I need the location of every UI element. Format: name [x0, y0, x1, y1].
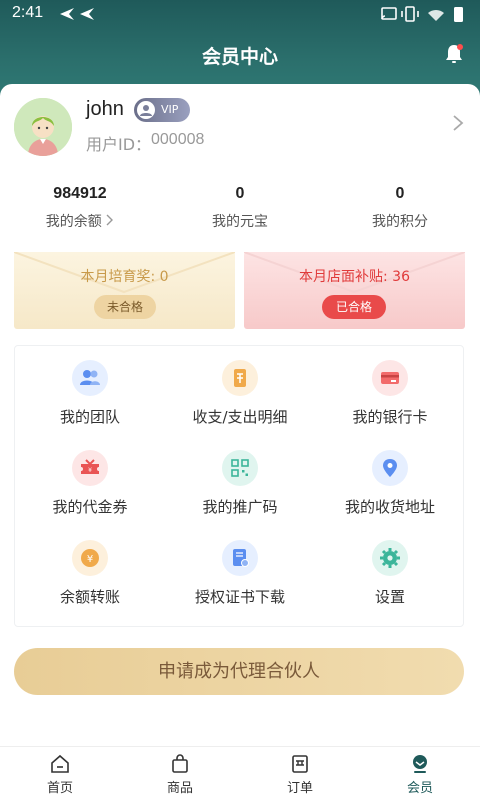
grid-item-ledger[interactable]: 收支/支出明细 — [165, 346, 315, 436]
points-value: 0 — [395, 185, 405, 202]
chevron-right-icon — [106, 214, 114, 226]
store-subsidy-box: 本月店面补贴: 36 已合格 — [244, 252, 465, 329]
certificate-icon — [222, 540, 258, 576]
store-subsidy-status: 已合格 — [322, 295, 386, 319]
grid-item-settings[interactable]: 设置 — [315, 526, 465, 616]
tab-products[interactable]: 商品 — [120, 747, 240, 800]
stat-points[interactable]: 0 我的积分 — [320, 185, 480, 231]
store-subsidy-text: 本月店面补贴: 36 — [299, 269, 410, 285]
tab-label: 会员 — [406, 781, 433, 796]
tab-label: 商品 — [166, 781, 193, 796]
svg-text:¥: ¥ — [88, 467, 92, 474]
balance-label-text: 我的余额 — [45, 214, 102, 230]
yuanbao-label: 我的元宝 — [212, 214, 268, 230]
grid-item-certificate[interactable]: 授权证书下载 — [165, 526, 315, 616]
notification-icons — [58, 6, 98, 25]
status-bar: 2:41 — [0, 0, 480, 28]
user-id-value: 000008 — [151, 131, 205, 148]
grid-label: 授权证书下载 — [194, 588, 285, 606]
stat-yuanbao[interactable]: 0 我的元宝 — [160, 185, 320, 231]
bag-icon — [169, 753, 191, 775]
grid-item-qr-code[interactable]: 我的推广码 — [165, 436, 315, 526]
tab-bar: 首页 商品 订单 会员 — [0, 746, 480, 800]
bank-card-icon — [372, 360, 408, 396]
tab-label: 首页 — [46, 781, 73, 796]
balance-value: 984912 — [53, 185, 107, 202]
username: john — [86, 98, 124, 120]
svg-text:¥: ¥ — [87, 554, 93, 565]
voucher-icon: ¥ — [72, 450, 108, 486]
grid-label: 我的团队 — [59, 408, 120, 426]
grid-item-bank-card[interactable]: 我的银行卡 — [315, 346, 465, 436]
vip-label: VIP — [161, 103, 179, 116]
training-bonus-box: 本月培育奖: 0 未合格 — [14, 252, 235, 329]
tab-home[interactable]: 首页 — [0, 747, 120, 800]
grid-item-team[interactable]: 我的团队 — [15, 346, 165, 436]
member-icon — [409, 753, 431, 775]
vip-badge: VIP — [134, 98, 190, 122]
chevron-right-icon[interactable] — [452, 114, 464, 132]
system-icons — [380, 5, 470, 27]
tab-label: 订单 — [286, 781, 313, 796]
grid-item-voucher[interactable]: ¥ 我的代金券 — [15, 436, 165, 526]
vip-user-icon — [137, 101, 155, 119]
grid-label: 我的推广码 — [202, 498, 278, 516]
grid-item-address[interactable]: 我的收货地址 — [315, 436, 465, 526]
status-time: 2:41 — [12, 4, 44, 21]
grid-label: 设置 — [374, 588, 405, 606]
grid-label: 我的银行卡 — [352, 408, 428, 426]
grid-label: 收支/支出明细 — [192, 408, 288, 426]
points-label: 我的积分 — [372, 214, 428, 230]
grid-item-transfer[interactable]: ¥ 余额转账 — [15, 526, 165, 616]
grid-label: 我的代金券 — [52, 498, 128, 516]
stat-balance[interactable]: 984912 我的余额 — [0, 185, 160, 231]
balance-label: 我的余额 — [0, 211, 160, 231]
transfer-icon: ¥ — [72, 540, 108, 576]
training-bonus-status: 未合格 — [94, 295, 156, 319]
ledger-icon — [222, 360, 258, 396]
grid-label: 我的收货地址 — [344, 498, 435, 516]
user-id-label: 用户ID： — [86, 135, 152, 154]
home-icon — [49, 753, 71, 775]
bell-icon[interactable] — [442, 42, 466, 66]
team-icon — [72, 360, 108, 396]
training-bonus-text: 本月培育奖: 0 — [80, 269, 169, 285]
grid-label: 余额转账 — [59, 588, 120, 606]
feature-grid: 我的团队 收支/支出明细 我的银行卡 ¥ 我的代金券 我的推广码 我的收货地址 … — [14, 345, 464, 627]
yuanbao-value: 0 — [235, 185, 245, 202]
location-icon — [372, 450, 408, 486]
avatar[interactable] — [14, 98, 72, 156]
qr-code-icon — [222, 450, 258, 486]
page-title: 会员中心 — [201, 46, 278, 68]
settings-icon — [372, 540, 408, 576]
tab-member[interactable]: 会员 — [360, 747, 480, 800]
tab-orders[interactable]: 订单 — [240, 747, 360, 800]
apply-partner-button[interactable]: 申请成为代理合伙人 — [14, 648, 464, 695]
order-icon — [289, 753, 311, 775]
